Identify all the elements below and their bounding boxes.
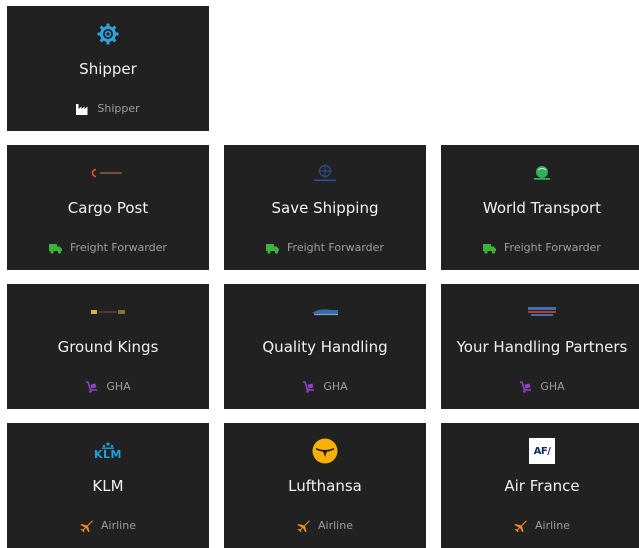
truck-icon [49, 242, 63, 254]
company-role-label: Airline [318, 519, 353, 532]
company-role-label: Freight Forwarder [70, 241, 167, 254]
your-handling-partners-logo [441, 300, 639, 324]
company-role-label: Airline [101, 519, 136, 532]
company-role-label: Freight Forwarder [287, 241, 384, 254]
dolly-icon [519, 381, 532, 393]
plane-icon [514, 520, 528, 532]
world-transport-logo [441, 161, 639, 185]
company-role-label: GHA [323, 380, 348, 393]
dolly-icon [302, 381, 315, 393]
air-france-wordmark: AF/ [533, 445, 551, 457]
cargo-post-logo [7, 161, 209, 185]
company-tile-ground-kings[interactable]: Ground Kings GHA [7, 284, 209, 409]
company-tile-world-transport[interactable]: World Transport Freight Forwarder [441, 145, 639, 270]
klm-logo: KLM [7, 439, 209, 463]
company-tile-save-shipping[interactable]: Save Shipping Freight Forwarder [224, 145, 426, 270]
company-role: GHA [441, 380, 639, 394]
save-shipping-logo [224, 161, 426, 185]
plane-icon [80, 520, 94, 532]
factory-icon [76, 103, 89, 115]
company-role-label: Shipper [97, 102, 140, 115]
company-role: Freight Forwarder [441, 241, 639, 255]
company-name: Ground Kings [57, 338, 159, 356]
company-tile-quality-handling[interactable]: Quality Handling GHA [224, 284, 426, 409]
company-role-label: Airline [535, 519, 570, 532]
company-tile-air-france[interactable]: AF/ Air France Airline [441, 423, 639, 548]
company-role: GHA [224, 380, 426, 394]
company-role: GHA [7, 380, 209, 394]
lufthansa-logo [224, 438, 426, 464]
company-role: Airline [224, 519, 426, 533]
company-name: KLM [92, 477, 124, 495]
dolly-icon [85, 381, 98, 393]
ground-kings-logo [7, 300, 209, 324]
plane-icon [297, 520, 311, 532]
company-name: Shipper [79, 60, 137, 78]
air-france-logo: AF/ [441, 438, 639, 464]
company-name: Save Shipping [271, 199, 379, 217]
company-role: Airline [441, 519, 639, 533]
company-name: Quality Handling [262, 338, 388, 356]
company-role: Airline [7, 519, 209, 533]
truck-icon [483, 242, 497, 254]
klm-wordmark: KLM [94, 448, 122, 461]
company-tile-shipper[interactable]: Shipper Shipper [7, 6, 209, 131]
company-name: Your Handling Partners [456, 338, 628, 356]
company-name: World Transport [482, 199, 602, 217]
company-name: Air France [504, 477, 580, 495]
company-role-label: GHA [106, 380, 131, 393]
company-role: Freight Forwarder [7, 241, 209, 255]
company-tile-lufthansa[interactable]: Lufthansa Airline [224, 423, 426, 548]
gear-icon [7, 22, 209, 46]
truck-icon [266, 242, 280, 254]
company-tile-cargo-post[interactable]: Cargo Post Freight Forwarder [7, 145, 209, 270]
company-role-label: GHA [540, 380, 565, 393]
company-role-label: Freight Forwarder [504, 241, 601, 254]
company-name: Cargo Post [67, 199, 149, 217]
company-tile-your-handling-partners[interactable]: Your Handling Partners GHA [441, 284, 639, 409]
company-role: Shipper [7, 102, 209, 116]
quality-handling-logo [224, 300, 426, 324]
company-role: Freight Forwarder [224, 241, 426, 255]
company-tile-klm[interactable]: KLM KLM Airline [7, 423, 209, 548]
company-name: Lufthansa [288, 477, 362, 495]
